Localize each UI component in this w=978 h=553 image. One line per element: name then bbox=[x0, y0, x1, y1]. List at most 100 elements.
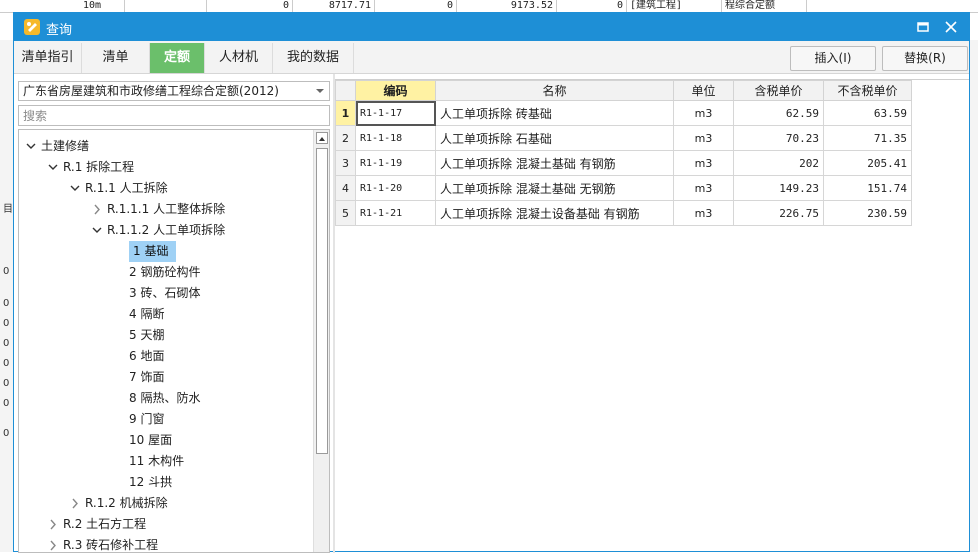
tree-leaf-item[interactable]: 2 钢筋砼构件 bbox=[19, 262, 311, 283]
tab-quota[interactable]: 定额 bbox=[150, 43, 205, 73]
tree-node[interactable]: 土建修缮 bbox=[19, 136, 311, 157]
tab-labor-material-machine[interactable]: 人材机 bbox=[205, 43, 273, 73]
chevron-right-icon[interactable] bbox=[91, 199, 103, 220]
cell-price-without-tax[interactable]: 63.59 bbox=[823, 100, 912, 126]
column-header-price-with-tax[interactable]: 含税单价 bbox=[733, 80, 824, 101]
scrollbar-thumb[interactable] bbox=[316, 148, 328, 454]
cell-price-with-tax[interactable]: 149.23 bbox=[733, 175, 824, 201]
table-row[interactable]: 3 R1-1-19 人工单项拆除 混凝土基础 有钢筋 m3 202 205.41 bbox=[335, 150, 912, 176]
bg-number: 0 bbox=[3, 266, 10, 277]
cell-code[interactable]: R1-1-19 bbox=[355, 150, 436, 176]
cell-name[interactable]: 人工单项拆除 混凝土基础 无钢筋 bbox=[435, 175, 674, 201]
tree-leaf-item[interactable]: 12 斗拱 bbox=[19, 472, 311, 493]
quota-table: 编码 名称 单位 含税单价 不含税单价 1 R1-1-17 人工单项拆除 砖基础… bbox=[335, 79, 969, 553]
cell-name[interactable]: 人工单项拆除 石基础 bbox=[435, 125, 674, 151]
tab-bar: 清单指引 清单 定额 人材机 我的数据 插入(I) 替换(R) bbox=[14, 41, 969, 74]
table-row[interactable]: 1 R1-1-17 人工单项拆除 砖基础 m3 62.59 63.59 bbox=[335, 100, 912, 126]
cell-name[interactable]: 人工单项拆除 混凝土基础 有钢筋 bbox=[435, 150, 674, 176]
tree-item-label: R.1.2 机械拆除 bbox=[85, 496, 168, 510]
tree-leaf-item[interactable]: 6 地面 bbox=[19, 346, 311, 367]
cell-price-without-tax[interactable]: 71.35 bbox=[823, 125, 912, 151]
bg-cell: [建筑工程] bbox=[627, 0, 722, 12]
cell-code[interactable]: R1-1-18 bbox=[355, 125, 436, 151]
cell-name[interactable]: 人工单项拆除 砖基础 bbox=[435, 100, 674, 126]
tree-item-label: R.1 拆除工程 bbox=[63, 160, 135, 174]
chevron-down-icon[interactable] bbox=[91, 220, 103, 241]
cell-unit[interactable]: m3 bbox=[673, 175, 734, 201]
insert-button[interactable]: 插入(I) bbox=[790, 46, 876, 71]
background-right-edge bbox=[969, 40, 978, 552]
table-row[interactable]: 4 R1-1-20 人工单项拆除 混凝土基础 无钢筋 m3 149.23 151… bbox=[335, 175, 912, 201]
tree-item-label: 10 屋面 bbox=[129, 433, 173, 447]
tree-leaf-item[interactable]: 10 屋面 bbox=[19, 430, 311, 451]
cell-price-without-tax[interactable]: 230.59 bbox=[823, 200, 912, 226]
replace-button[interactable]: 替换(R) bbox=[882, 46, 968, 71]
tree-leaf-item[interactable]: 1 基础 bbox=[19, 241, 311, 262]
chevron-down-icon[interactable] bbox=[47, 157, 59, 178]
row-index: 3 bbox=[335, 150, 356, 176]
quota-library-select[interactable]: 广东省房屋建筑和市政修缮工程综合定额(2012) bbox=[18, 81, 330, 101]
cell-price-with-tax[interactable]: 62.59 bbox=[733, 100, 824, 126]
cell-code[interactable]: R1-1-21 bbox=[355, 200, 436, 226]
chevron-down-icon[interactable] bbox=[25, 136, 37, 157]
column-header-unit[interactable]: 单位 bbox=[673, 80, 734, 101]
column-header-price-without-tax[interactable]: 不含税单价 bbox=[823, 80, 912, 101]
tree-item-label: 12 斗拱 bbox=[129, 475, 173, 489]
bg-number: 0 bbox=[3, 318, 10, 329]
chapter-tree: 土建修缮 R.1 拆除工程 R.1.1 人工拆除 R.1.1.1 人工整体拆除 R.1.… bbox=[18, 129, 330, 553]
bg-number: 0 bbox=[3, 338, 10, 349]
tree-item-label: 土建修缮 bbox=[41, 139, 90, 153]
tree-node[interactable]: R.2 土石方工程 bbox=[19, 514, 311, 535]
cell-price-with-tax[interactable]: 202 bbox=[733, 150, 824, 176]
tree-node[interactable]: R.3 砖石修补工程 bbox=[19, 535, 311, 552]
tree-item-label: 6 地面 bbox=[129, 349, 165, 363]
column-header-code[interactable]: 编码 bbox=[355, 80, 436, 101]
tree-item-label: R.1.1 人工拆除 bbox=[85, 181, 168, 195]
bg-cell: 10m bbox=[80, 0, 125, 12]
table-row[interactable]: 2 R1-1-18 人工单项拆除 石基础 m3 70.23 71.35 bbox=[335, 125, 912, 151]
bg-cell: 9173.52 bbox=[457, 0, 557, 12]
search-input[interactable] bbox=[18, 105, 330, 126]
tree-leaf-item[interactable]: 9 门窗 bbox=[19, 409, 311, 430]
chevron-down-icon[interactable] bbox=[69, 178, 81, 199]
background-left-column: 目 0 0 0 0 0 0 0 0 bbox=[0, 40, 14, 552]
chevron-right-icon[interactable] bbox=[47, 514, 59, 535]
cell-name[interactable]: 人工单项拆除 混凝土设备基础 有钢筋 bbox=[435, 200, 674, 226]
tree-leaf-item[interactable]: 3 砖、石砌体 bbox=[19, 283, 311, 304]
tree-leaf-item[interactable]: 7 饰面 bbox=[19, 367, 311, 388]
tab-my-data[interactable]: 我的数据 bbox=[273, 43, 354, 73]
tab-bill[interactable]: 清单 bbox=[82, 43, 150, 73]
cell-code[interactable]: R1-1-17 bbox=[355, 100, 436, 126]
tree-leaf-item[interactable]: 8 隔热、防水 bbox=[19, 388, 311, 409]
cell-unit[interactable]: m3 bbox=[673, 100, 734, 126]
tree-item-label: 1 基础 bbox=[129, 241, 177, 262]
maximize-icon[interactable] bbox=[916, 20, 930, 34]
cell-price-with-tax[interactable]: 226.75 bbox=[733, 200, 824, 226]
column-header-name[interactable]: 名称 bbox=[435, 80, 674, 101]
cell-unit[interactable]: m3 bbox=[673, 125, 734, 151]
tree-item-label: 2 钢筋砼构件 bbox=[129, 265, 201, 279]
tree-leaf-item[interactable]: 4 隔断 bbox=[19, 304, 311, 325]
cell-price-without-tax[interactable]: 151.74 bbox=[823, 175, 912, 201]
tree-node[interactable]: R.1.1.2 人工单项拆除 bbox=[19, 220, 311, 241]
tree-node[interactable]: R.1.2 机械拆除 bbox=[19, 493, 311, 514]
tree-item-label: R.1.1.2 人工单项拆除 bbox=[107, 223, 226, 237]
table-row[interactable]: 5 R1-1-21 人工单项拆除 混凝土设备基础 有钢筋 m3 226.75 2… bbox=[335, 200, 912, 226]
scroll-up-icon[interactable] bbox=[316, 132, 328, 144]
dialog-titlebar[interactable]: 查询 bbox=[14, 13, 969, 41]
cell-code[interactable]: R1-1-20 bbox=[355, 175, 436, 201]
tree-node[interactable]: R.1.1 人工拆除 bbox=[19, 178, 311, 199]
tree-leaf-item[interactable]: 5 天棚 bbox=[19, 325, 311, 346]
cell-price-without-tax[interactable]: 205.41 bbox=[823, 150, 912, 176]
chevron-right-icon[interactable] bbox=[69, 493, 81, 514]
tree-leaf-item[interactable]: 11 木构件 bbox=[19, 451, 311, 472]
cell-price-with-tax[interactable]: 70.23 bbox=[733, 125, 824, 151]
chevron-right-icon[interactable] bbox=[47, 535, 59, 552]
tree-node[interactable]: R.1 拆除工程 bbox=[19, 157, 311, 178]
tree-scrollbar[interactable] bbox=[313, 130, 329, 552]
close-icon[interactable] bbox=[944, 20, 958, 34]
tab-bill-guide[interactable]: 清单指引 bbox=[14, 43, 82, 73]
cell-unit[interactable]: m3 bbox=[673, 200, 734, 226]
cell-unit[interactable]: m3 bbox=[673, 150, 734, 176]
tree-node[interactable]: R.1.1.1 人工整体拆除 bbox=[19, 199, 311, 220]
